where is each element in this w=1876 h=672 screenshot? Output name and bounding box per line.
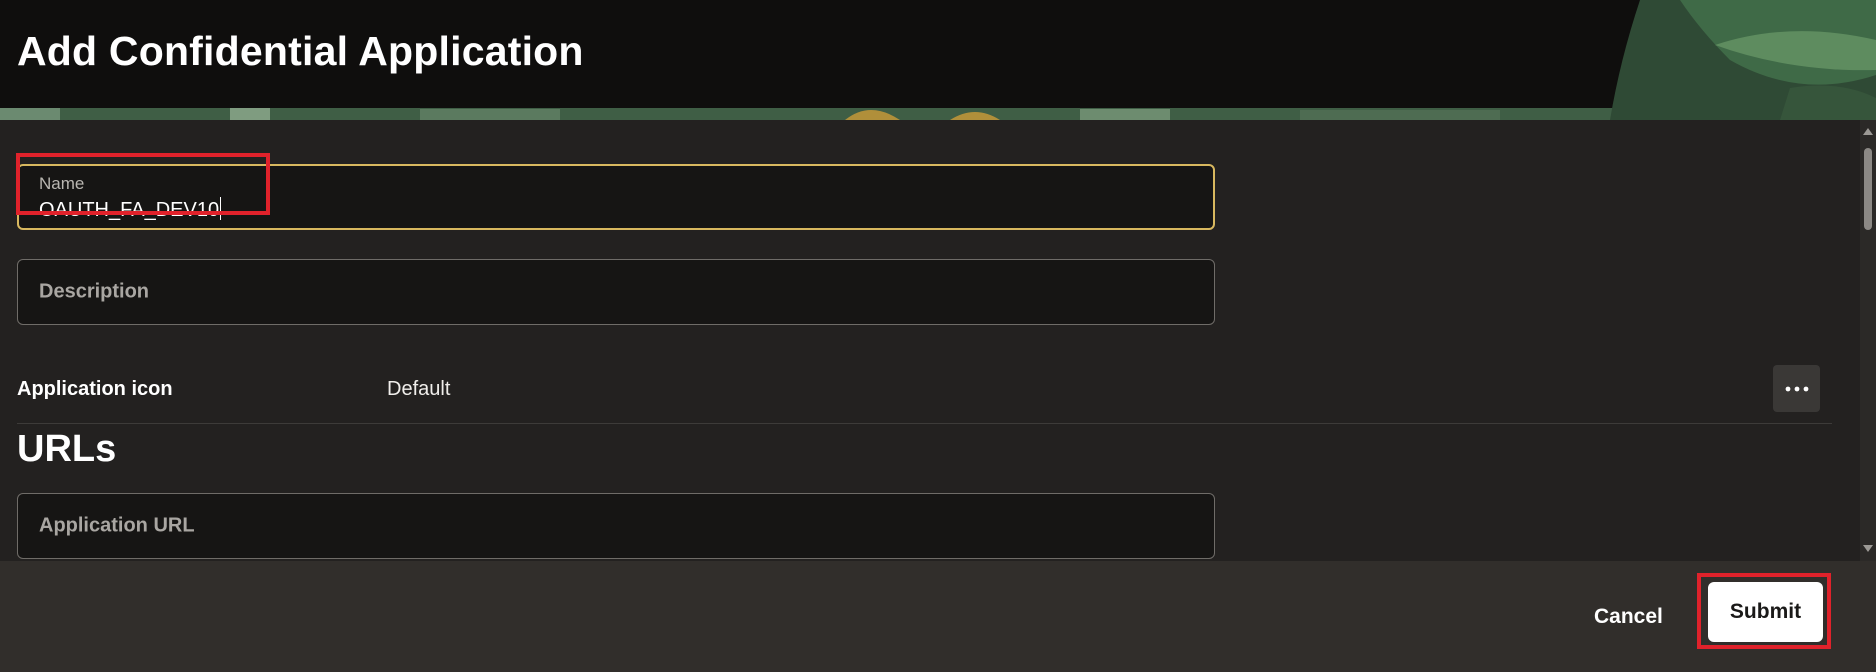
- description-placeholder: Description: [39, 280, 150, 303]
- form-content: Name OAUTH_FA_DEV10 Description Applicat…: [0, 120, 1860, 561]
- cancel-button[interactable]: Cancel: [1588, 597, 1666, 637]
- scroll-up-arrow-icon[interactable]: [1863, 128, 1873, 135]
- page-title: Add Confidential Application: [17, 28, 584, 74]
- scroll-down-arrow-icon[interactable]: [1863, 545, 1873, 552]
- page-header: Add Confidential Application: [0, 0, 1876, 120]
- urls-section-title: URLs: [17, 428, 117, 470]
- content-scrollbar[interactable]: [1860, 120, 1876, 561]
- more-horizontal-icon: [1785, 386, 1808, 391]
- name-field-value[interactable]: OAUTH_FA_DEV10: [39, 197, 222, 222]
- name-field[interactable]: Name OAUTH_FA_DEV10: [17, 164, 1215, 230]
- application-url-placeholder: Application URL: [39, 514, 195, 537]
- submit-button[interactable]: Submit: [1708, 582, 1823, 642]
- text-caret: [220, 197, 222, 220]
- scrollbar-thumb[interactable]: [1864, 148, 1872, 230]
- application-icon-menu-button[interactable]: [1773, 365, 1820, 412]
- application-icon-value: Default: [387, 378, 451, 400]
- section-divider: [17, 423, 1832, 424]
- application-url-field[interactable]: Application URL: [17, 493, 1215, 559]
- description-field[interactable]: Description: [17, 259, 1215, 325]
- application-icon-label: Application icon: [17, 378, 173, 400]
- name-field-label: Name: [39, 174, 85, 193]
- dialog-footer: Cancel Submit: [0, 561, 1876, 672]
